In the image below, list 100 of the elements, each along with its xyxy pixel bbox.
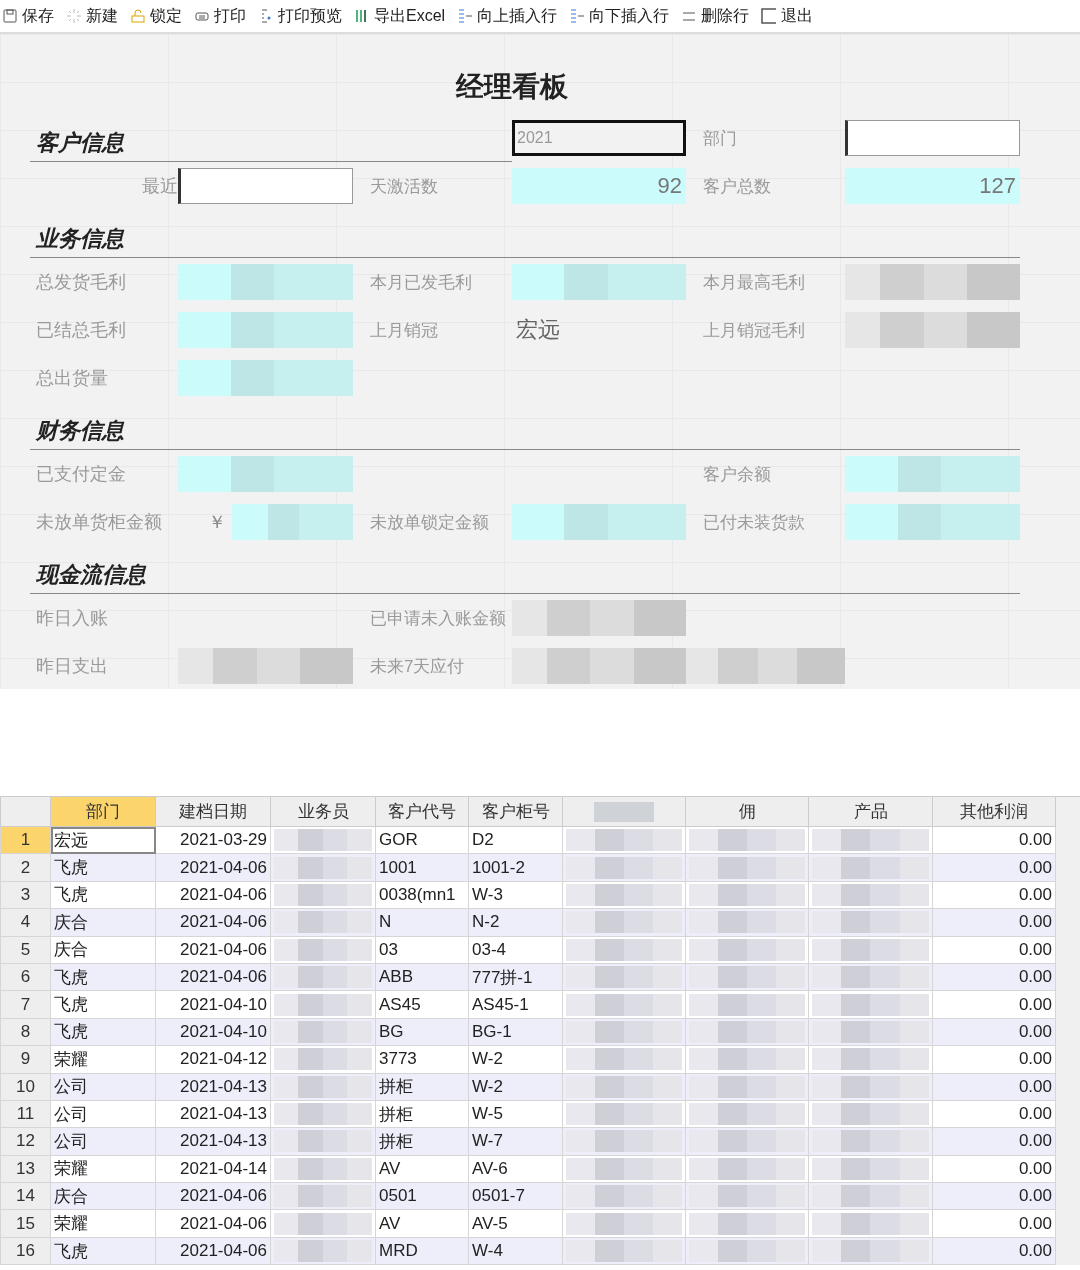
table-cell: 公司 xyxy=(50,1127,156,1156)
row-number[interactable]: 16 xyxy=(0,1237,51,1265)
table-cell: 荣耀 xyxy=(50,1155,156,1183)
field-label: 上月销冠毛利 xyxy=(702,319,806,342)
toolbar-button[interactable]: 打印 xyxy=(194,5,252,27)
table-cell: 2021-04-14 xyxy=(155,1155,271,1183)
table-cell: 2021-04-13 xyxy=(155,1127,271,1156)
table-cell: 飞虎 xyxy=(50,963,156,991)
column-header[interactable]: 佣 xyxy=(685,796,809,827)
column-header[interactable]: 客户柜号 xyxy=(468,796,563,827)
corner-cell[interactable] xyxy=(0,796,51,827)
toolbar-button[interactable]: 锁定 xyxy=(130,5,188,27)
row-number[interactable]: 14 xyxy=(0,1182,51,1210)
table-cell: 1001-2 xyxy=(468,853,563,882)
column-header[interactable]: 建档日期 xyxy=(155,796,271,827)
column-header[interactable]: 业务员 xyxy=(270,796,376,827)
table-cell: 飞虎 xyxy=(50,990,156,1019)
table-cell: 2021-04-06 xyxy=(155,853,271,882)
row-number[interactable]: 13 xyxy=(0,1155,51,1183)
toolbar-button[interactable]: 向上插入行 xyxy=(457,5,564,27)
page-title: 经理看板 xyxy=(456,70,568,104)
row-number[interactable]: 11 xyxy=(0,1100,51,1128)
field-label: 已付未装货款 xyxy=(702,511,806,534)
toolbar-button[interactable]: 退出 xyxy=(761,5,820,27)
row-number[interactable]: 12 xyxy=(0,1127,51,1156)
table-cell: 庆合 xyxy=(50,936,156,964)
input-field[interactable] xyxy=(845,120,1020,156)
field-label: 本月最高毛利 xyxy=(702,271,806,294)
table-cell: 2021-04-12 xyxy=(155,1045,271,1073)
row-number[interactable]: 6 xyxy=(0,963,51,991)
field-label: 上月销冠 xyxy=(369,319,439,342)
column-header[interactable]: 其他利润 xyxy=(932,796,1056,827)
row-number[interactable]: 2 xyxy=(0,853,51,882)
row-number[interactable]: 4 xyxy=(0,908,51,937)
section-heading: 现金流信息 xyxy=(30,559,1020,594)
list-icon xyxy=(569,8,586,24)
table-cell: 0.00 xyxy=(932,1127,1056,1156)
table-cell: 0.00 xyxy=(932,1073,1056,1101)
table-cell: GOR xyxy=(375,826,469,854)
table-cell: MRD xyxy=(375,1237,469,1265)
table-cell: N xyxy=(375,908,469,937)
section-heading: 客户信息 xyxy=(30,127,512,162)
table-cell: W-2 xyxy=(468,1045,563,1073)
table-cell: AV-5 xyxy=(468,1209,563,1238)
column-header[interactable]: 部门 xyxy=(50,796,156,827)
table-cell: 拼柜 xyxy=(375,1100,469,1128)
table-cell: 2021-04-13 xyxy=(155,1100,271,1128)
table-cell: 拼柜 xyxy=(375,1073,469,1101)
table-cell: 0.00 xyxy=(932,908,1056,937)
toolbar-button[interactable]: 保存 xyxy=(2,5,60,27)
toolbar-button[interactable]: 删除行 xyxy=(681,5,756,27)
table-cell: AS45 xyxy=(375,990,469,1019)
table-cell: 0.00 xyxy=(932,1237,1056,1265)
table-cell: W-5 xyxy=(468,1100,563,1128)
table-cell: 2021-04-06 xyxy=(155,963,271,991)
table-cell: 2021-04-06 xyxy=(155,881,271,909)
currency-sign: ￥ xyxy=(207,511,227,534)
table-cell: 2021-04-10 xyxy=(155,990,271,1019)
row-number[interactable]: 10 xyxy=(0,1073,51,1101)
field-label: 天激活数 xyxy=(369,175,439,198)
field-label: 未放单锁定金额 xyxy=(369,511,490,534)
table-cell: 2021-04-06 xyxy=(155,908,271,937)
toolbar-button[interactable]: 打印预览 xyxy=(258,5,348,27)
row-number[interactable]: 8 xyxy=(0,1018,51,1046)
table-cell: 公司 xyxy=(50,1100,156,1128)
table-cell: 0.00 xyxy=(932,1045,1056,1073)
row-number[interactable]: 1 xyxy=(0,826,51,854)
field-label: 昨日支出 xyxy=(35,655,109,678)
table-cell: 2021-04-13 xyxy=(155,1073,271,1101)
table-cell: 0.00 xyxy=(932,990,1056,1019)
table-cell: 飞虎 xyxy=(50,853,156,882)
field-label: 已结总毛利 xyxy=(35,319,127,342)
table-cell: 0.00 xyxy=(932,1155,1056,1183)
value-cell: 127 xyxy=(845,168,1020,204)
toolbar-button[interactable]: 向下插入行 xyxy=(569,5,676,27)
input-field[interactable] xyxy=(178,168,353,204)
row-number[interactable]: 7 xyxy=(0,990,51,1019)
field-label: 总发货毛利 xyxy=(35,271,127,294)
column-header[interactable]: 客户代号 xyxy=(375,796,469,827)
toolbar-button[interactable]: 新建 xyxy=(66,5,124,27)
field-label: 最近 xyxy=(141,175,178,198)
table-cell: W-4 xyxy=(468,1237,563,1265)
row-number[interactable]: 15 xyxy=(0,1209,51,1238)
table-cell: AS45-1 xyxy=(468,990,563,1019)
table-cell: 0.00 xyxy=(932,853,1056,882)
toolbar-button[interactable]: 导出Excel xyxy=(354,5,452,27)
column-header[interactable]: 产品 xyxy=(808,796,933,827)
table-cell: 飞虎 xyxy=(50,881,156,909)
sparkle-icon xyxy=(66,8,82,24)
field-label: 已支付定金 xyxy=(35,463,127,486)
value-text: 宏远 xyxy=(515,316,561,344)
field-label: 部门 xyxy=(702,127,738,150)
table-cell: W-3 xyxy=(468,881,563,909)
field-label: 昨日入账 xyxy=(35,607,109,630)
field-label: 客户总数 xyxy=(702,175,772,198)
row-number[interactable]: 3 xyxy=(0,881,51,909)
list-icon xyxy=(457,8,474,24)
row-number[interactable]: 9 xyxy=(0,1045,51,1073)
row-number[interactable]: 5 xyxy=(0,936,51,964)
table-cell: 2021-04-06 xyxy=(155,1182,271,1210)
